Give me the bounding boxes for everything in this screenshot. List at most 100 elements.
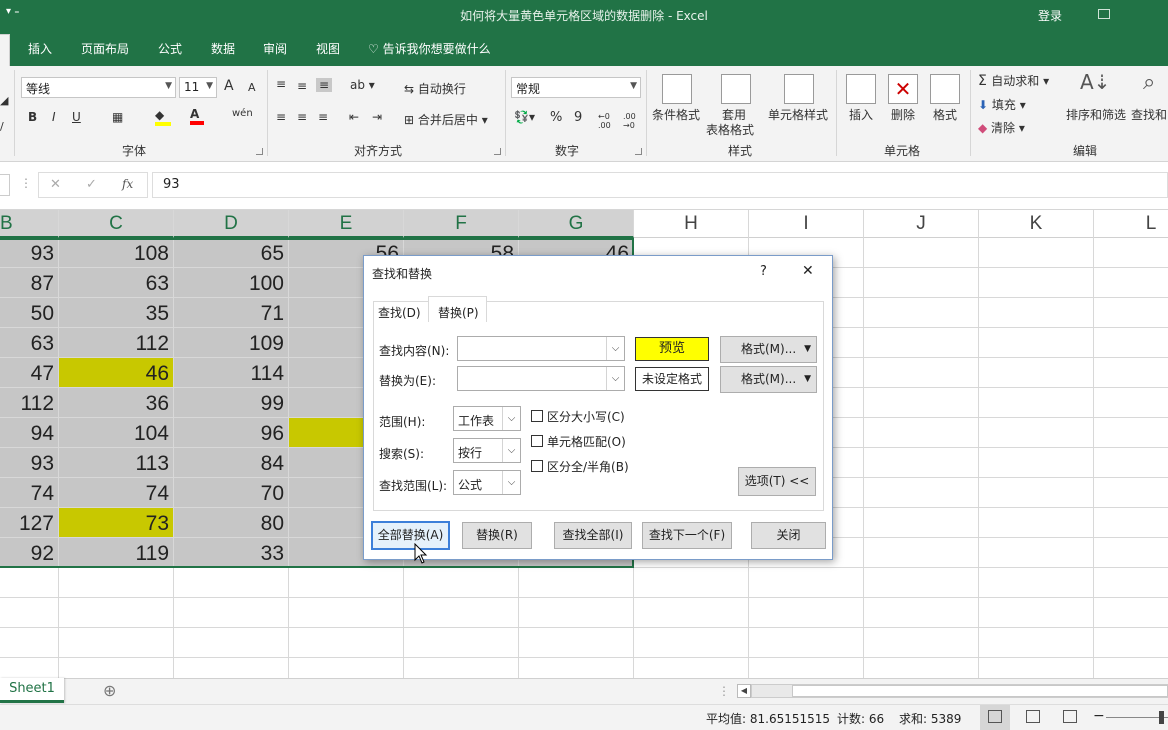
cell-c8[interactable]: 113 (59, 448, 174, 478)
align-bottom-icon[interactable]: ≡ (316, 78, 333, 92)
cell-k15[interactable] (979, 658, 1094, 678)
cell-b1[interactable]: 93 (0, 238, 59, 268)
cell-c7[interactable]: 104 (59, 418, 174, 448)
replace-all-button[interactable]: 全部替换(A) (371, 521, 450, 550)
cell-d5[interactable]: 114 (174, 358, 289, 388)
font-name-combo[interactable]: 等线 ▼ (21, 77, 176, 98)
cell-j8[interactable] (864, 448, 979, 478)
underline-button[interactable]: U (72, 110, 81, 124)
cell-i14[interactable] (749, 628, 864, 658)
cell-k8[interactable] (979, 448, 1094, 478)
cell-l6[interactable] (1094, 388, 1168, 418)
fill-button[interactable]: ⬇ 填充 ▾ (978, 96, 1026, 113)
grow-font-button[interactable]: A (224, 78, 234, 94)
replace-button[interactable]: 替换(R) (462, 522, 532, 549)
orientation-icon[interactable]: ab ▾ (350, 78, 375, 92)
col-header-b[interactable]: B (0, 210, 59, 238)
cell-b15[interactable] (0, 658, 59, 678)
cell-d8[interactable]: 84 (174, 448, 289, 478)
cell-b3[interactable]: 50 (0, 298, 59, 328)
table-format-line2[interactable]: 表格格式 (706, 121, 754, 138)
tab-replace[interactable]: 替换(P) (428, 296, 487, 322)
format-cells-button[interactable]: 格式 (933, 106, 957, 123)
match-width-checkbox[interactable] (531, 460, 543, 472)
scroll-left-icon[interactable]: ◀ (737, 684, 751, 698)
merge-center-button[interactable]: ⊞ 合并后居中 ▾ (404, 111, 488, 128)
cell-k3[interactable] (979, 298, 1094, 328)
find-format-button[interactable]: 格式(M)... ▼ (720, 336, 817, 363)
look-in-select[interactable]: 公式 ⌵ (453, 470, 521, 495)
cell-l4[interactable] (1094, 328, 1168, 358)
find-next-button[interactable]: 查找下一个(F) (642, 522, 732, 549)
cell-g12[interactable] (519, 568, 634, 598)
borders-icon[interactable]: ▦ (112, 110, 123, 124)
percent-button[interactable]: % (550, 110, 562, 125)
align-right-icon[interactable]: ≡ (318, 110, 328, 124)
tab-review[interactable]: 审阅 (263, 40, 287, 57)
cell-k2[interactable] (979, 268, 1094, 298)
cell-l15[interactable] (1094, 658, 1168, 678)
phonetic-button[interactable]: wén (232, 108, 253, 119)
tab-view[interactable]: 视图 (316, 40, 340, 57)
cell-d3[interactable]: 71 (174, 298, 289, 328)
name-box[interactable] (0, 174, 10, 196)
number-format-combo[interactable]: 常规 ▼ (511, 77, 641, 98)
cell-b9[interactable]: 74 (0, 478, 59, 508)
cell-f15[interactable] (404, 658, 519, 678)
col-header-j[interactable]: J (864, 210, 979, 238)
find-all-button[interactable]: 查找全部(I) (554, 522, 632, 549)
horizontal-scroll-thumb[interactable] (792, 685, 1168, 697)
clear-button[interactable]: ◆ 清除 ▾ (978, 119, 1025, 136)
cell-b4[interactable]: 63 (0, 328, 59, 358)
cell-e14[interactable] (289, 628, 404, 658)
match-cell-checkbox[interactable] (531, 435, 543, 447)
sheet-tab-sheet1[interactable]: Sheet1 (0, 678, 64, 703)
cell-l11[interactable] (1094, 538, 1168, 568)
replace-with-input[interactable]: ⌵ (457, 366, 625, 391)
cell-j14[interactable] (864, 628, 979, 658)
cell-j15[interactable] (864, 658, 979, 678)
col-header-k[interactable]: K (979, 210, 1094, 238)
tell-me-search[interactable]: ♡ 告诉我你想要做什么 (368, 40, 491, 57)
cell-d10[interactable]: 80 (174, 508, 289, 538)
cell-l9[interactable] (1094, 478, 1168, 508)
cell-j5[interactable] (864, 358, 979, 388)
cell-c9[interactable]: 74 (59, 478, 174, 508)
replace-format-button[interactable]: 格式(M)... ▼ (720, 366, 817, 393)
cell-l12[interactable] (1094, 568, 1168, 598)
cancel-icon[interactable]: ✕ (50, 177, 61, 192)
zoom-slider-thumb[interactable] (1159, 711, 1164, 724)
page-break-view-icon[interactable] (1063, 710, 1077, 723)
cell-j12[interactable] (864, 568, 979, 598)
cell-b5[interactable]: 47 (0, 358, 59, 388)
fx-icon[interactable]: fx (122, 177, 133, 191)
cell-f12[interactable] (404, 568, 519, 598)
cell-i12[interactable] (749, 568, 864, 598)
cell-b8[interactable]: 93 (0, 448, 59, 478)
col-header-f[interactable]: F (404, 210, 519, 238)
cell-c11[interactable]: 119 (59, 538, 174, 568)
cell-l10[interactable] (1094, 508, 1168, 538)
cell-k12[interactable] (979, 568, 1094, 598)
tab-formulas[interactable]: 公式 (158, 40, 182, 57)
cell-b6[interactable]: 112 (0, 388, 59, 418)
increase-decimal-button[interactable]: ←0 .00 (598, 112, 620, 130)
cell-b12[interactable] (0, 568, 59, 598)
fill-color-button[interactable]: ◆ (155, 108, 171, 126)
cell-k11[interactable] (979, 538, 1094, 568)
ribbon-display-icon[interactable] (1098, 9, 1110, 19)
cell-d1[interactable]: 65 (174, 238, 289, 268)
cell-b13[interactable] (0, 598, 59, 628)
cell-d12[interactable] (174, 568, 289, 598)
align-left-icon[interactable]: ≡ (276, 110, 286, 124)
cell-k4[interactable] (979, 328, 1094, 358)
page-layout-view-icon[interactable] (1026, 710, 1040, 723)
font-dialog-launcher-icon[interactable] (256, 148, 263, 155)
cell-k14[interactable] (979, 628, 1094, 658)
cell-c6[interactable]: 36 (59, 388, 174, 418)
cell-e13[interactable] (289, 598, 404, 628)
cell-d11[interactable]: 33 (174, 538, 289, 568)
find-what-input[interactable]: ⌵ (457, 336, 625, 361)
currency-icon[interactable]: 💱▾ (514, 110, 535, 124)
cell-l3[interactable] (1094, 298, 1168, 328)
